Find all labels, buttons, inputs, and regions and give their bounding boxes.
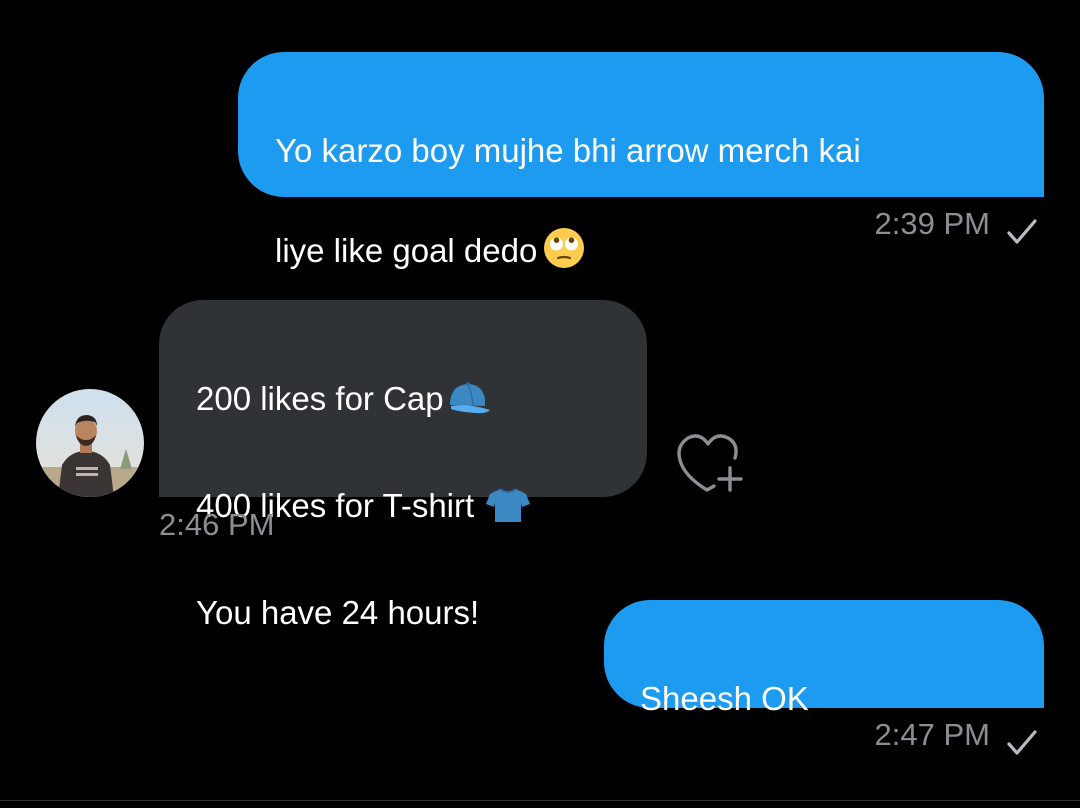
divider: [0, 800, 1080, 801]
outgoing-message-bubble[interactable]: Sheesh OK: [604, 600, 1044, 717]
check-icon: [1007, 730, 1037, 755]
heart-plus-icon[interactable]: [672, 428, 746, 494]
message-timestamp: 2:47 PM: [874, 717, 990, 752]
message-timestamp: 2:39 PM: [874, 206, 990, 241]
check-icon: [1007, 219, 1037, 244]
message-text-line: 200 likes for Cap: [196, 374, 627, 431]
cap-icon: [446, 379, 492, 431]
message-timestamp: 2:46 PM: [159, 507, 275, 542]
face-with-rolling-eyes-icon: [543, 227, 585, 283]
message-text-line: Yo karzo boy mujhe bhi arrow merch kai: [275, 132, 861, 169]
t-shirt-icon: [486, 486, 531, 538]
incoming-message-bubble[interactable]: 200 likes for Cap 400 likes for T-shirt …: [159, 300, 647, 631]
message-text-line: You have 24 hours!: [196, 594, 480, 631]
avatar[interactable]: [36, 389, 144, 497]
outgoing-message-bubble[interactable]: Yo karzo boy mujhe bhi arrow merch kai l…: [238, 52, 1044, 269]
